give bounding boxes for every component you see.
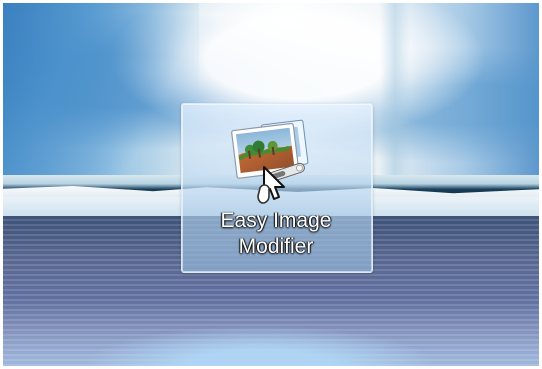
iceberg-ridge	[380, 3, 410, 188]
sea-reflection	[3, 303, 539, 366]
iceberg-shadow	[3, 3, 199, 188]
icon-label: Easy Image Modifier	[182, 208, 370, 260]
hand-pointer-cursor-icon	[257, 166, 285, 204]
icon-label-line-2: Modifier	[238, 235, 314, 258]
icon-label-line-1: Easy Image	[220, 209, 332, 232]
desktop-screen: Easy Image Modifier	[0, 0, 542, 369]
